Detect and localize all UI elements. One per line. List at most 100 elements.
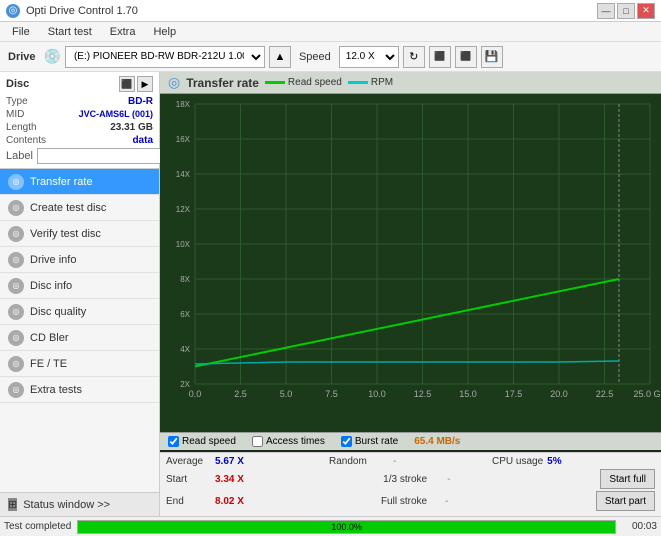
title-bar: Opti Drive Control 1.70 — □ ✕ bbox=[0, 0, 661, 22]
random-value: - bbox=[393, 456, 413, 467]
burst-rate-checkbox[interactable] bbox=[341, 436, 352, 447]
svg-text:10.0: 10.0 bbox=[368, 389, 386, 399]
content-area: ◎ Transfer rate Read speed RPM bbox=[160, 72, 661, 516]
length-label: Length bbox=[6, 122, 37, 133]
sidebar: Disc ⬛ ▶ Type BD-R MID JVC-AMS6L (001) L… bbox=[0, 72, 160, 516]
speed-selector[interactable]: 12.0 X bbox=[339, 46, 399, 68]
menu-start-test[interactable]: Start test bbox=[40, 24, 100, 40]
nav-extra-tests[interactable]: ◎ Extra tests bbox=[0, 377, 159, 403]
nav-verify-test-disc-label: Verify test disc bbox=[30, 228, 101, 240]
stroke-1-3-value: - bbox=[447, 474, 467, 485]
svg-text:12X: 12X bbox=[176, 205, 191, 214]
svg-text:15.0: 15.0 bbox=[459, 389, 477, 399]
disc-icon-1[interactable]: ⬛ bbox=[119, 76, 135, 92]
elapsed-time: 00:03 bbox=[622, 521, 657, 532]
bottom-status-bar: Test completed 100.0% 00:03 bbox=[0, 516, 661, 536]
nav-cd-bler[interactable]: ◎ CD Bler bbox=[0, 325, 159, 351]
access-times-checkbox-label[interactable]: Access times bbox=[252, 436, 325, 447]
save-button[interactable]: 💾 bbox=[481, 46, 503, 68]
start-full-button[interactable]: Start full bbox=[600, 469, 655, 489]
main-layout: Disc ⬛ ▶ Type BD-R MID JVC-AMS6L (001) L… bbox=[0, 72, 661, 516]
nav-disc-info[interactable]: ◎ Disc info bbox=[0, 273, 159, 299]
contents-label: Contents bbox=[6, 135, 46, 146]
nav-transfer-rate[interactable]: ◎ Transfer rate bbox=[0, 169, 159, 195]
status-window-button[interactable]: ⊞ Status window >> bbox=[0, 492, 159, 516]
type-value: BD-R bbox=[128, 96, 153, 107]
svg-text:4X: 4X bbox=[180, 345, 190, 354]
svg-text:0.0: 0.0 bbox=[189, 389, 202, 399]
transfer-rate-icon: ◎ bbox=[8, 174, 24, 190]
svg-text:5.0: 5.0 bbox=[280, 389, 293, 399]
toolbar: Drive 💿 (E:) PIONEER BD-RW BDR-212U 1.00… bbox=[0, 42, 661, 72]
end-value: 8.02 X bbox=[215, 496, 255, 507]
access-times-checkbox[interactable] bbox=[252, 436, 263, 447]
status-text: Test completed bbox=[4, 521, 71, 532]
stroke-1-3-col: 1/3 stroke - bbox=[383, 474, 600, 485]
minimize-button[interactable]: — bbox=[597, 3, 615, 19]
nav-items: ◎ Transfer rate ◎ Create test disc ◎ Ver… bbox=[0, 169, 159, 492]
length-value: 23.31 GB bbox=[110, 122, 153, 133]
menu-help[interactable]: Help bbox=[145, 24, 184, 40]
legend-rpm: RPM bbox=[348, 77, 393, 88]
chart-wrapper: 18X 16X 14X 12X 10X 8X 6X 4X 2X 0.0 2.5 … bbox=[160, 94, 661, 432]
svg-text:10X: 10X bbox=[176, 240, 191, 249]
disc-quality-icon: ◎ bbox=[8, 304, 24, 320]
progress-bar: 100.0% bbox=[77, 520, 616, 534]
info-rows: Average 5.67 X Random - CPU usage 5% Sta… bbox=[160, 452, 661, 516]
rpm-color bbox=[348, 81, 368, 84]
menu-extra[interactable]: Extra bbox=[102, 24, 144, 40]
window-controls: — □ ✕ bbox=[597, 3, 655, 19]
svg-text:14X: 14X bbox=[176, 170, 191, 179]
svg-text:12.5: 12.5 bbox=[414, 389, 432, 399]
status-window-label: Status window >> bbox=[23, 499, 110, 511]
refresh-button[interactable]: ↻ bbox=[403, 46, 425, 68]
disc-icon-2[interactable]: ▶ bbox=[137, 76, 153, 92]
burst-rate-checkbox-label[interactable]: Burst rate bbox=[341, 436, 398, 447]
legend-read-speed-label: Read speed bbox=[288, 77, 342, 88]
label-input[interactable] bbox=[37, 148, 175, 164]
nav-fe-te[interactable]: ◎ FE / TE bbox=[0, 351, 159, 377]
toolbar-btn-1[interactable]: ⬛ bbox=[429, 46, 451, 68]
app-icon bbox=[6, 4, 20, 18]
start-part-button[interactable]: Start part bbox=[596, 491, 655, 511]
cd-bler-icon: ◎ bbox=[8, 330, 24, 346]
access-times-checkbox-text: Access times bbox=[266, 436, 325, 447]
start-col: Start 3.34 X bbox=[166, 474, 383, 485]
nav-extra-tests-label: Extra tests bbox=[30, 384, 82, 396]
nav-create-test-disc[interactable]: ◎ Create test disc bbox=[0, 195, 159, 221]
app-title: Opti Drive Control 1.70 bbox=[26, 5, 138, 17]
nav-disc-quality[interactable]: ◎ Disc quality bbox=[0, 299, 159, 325]
drive-info-icon: ◎ bbox=[8, 252, 24, 268]
toolbar-btn-2[interactable]: ⬛ bbox=[455, 46, 477, 68]
full-stroke-col: Full stroke - bbox=[381, 496, 596, 507]
label-label: Label bbox=[6, 150, 33, 162]
drive-selector[interactable]: (E:) PIONEER BD-RW BDR-212U 1.00 bbox=[65, 46, 265, 68]
legend-read-speed: Read speed bbox=[265, 77, 342, 88]
svg-text:6X: 6X bbox=[180, 310, 190, 319]
eject-button[interactable]: ▲ bbox=[269, 46, 291, 68]
drive-icon: 💿 bbox=[44, 48, 61, 65]
end-col: End 8.02 X bbox=[166, 496, 381, 507]
status-window-icon: ⊞ bbox=[8, 498, 17, 511]
svg-text:16X: 16X bbox=[176, 135, 191, 144]
menu-file[interactable]: File bbox=[4, 24, 38, 40]
full-stroke-label: Full stroke bbox=[381, 496, 441, 507]
end-row: End 8.02 X Full stroke - Start part bbox=[166, 491, 655, 511]
read-speed-checkbox[interactable] bbox=[168, 436, 179, 447]
full-stroke-value: - bbox=[445, 496, 465, 507]
read-speed-checkbox-label[interactable]: Read speed bbox=[168, 436, 236, 447]
close-button[interactable]: ✕ bbox=[637, 3, 655, 19]
nav-fe-te-label: FE / TE bbox=[30, 358, 67, 370]
maximize-button[interactable]: □ bbox=[617, 3, 635, 19]
nav-verify-test-disc[interactable]: ◎ Verify test disc bbox=[0, 221, 159, 247]
cpu-value: 5% bbox=[547, 456, 561, 467]
nav-drive-info[interactable]: ◎ Drive info bbox=[0, 247, 159, 273]
average-row: Average 5.67 X Random - CPU usage 5% bbox=[166, 456, 655, 467]
contents-value: data bbox=[132, 135, 153, 146]
checkboxes-row: Read speed Access times Burst rate 65.4 … bbox=[160, 432, 661, 450]
chart-svg: 18X 16X 14X 12X 10X 8X 6X 4X 2X 0.0 2.5 … bbox=[160, 94, 661, 404]
fe-te-icon: ◎ bbox=[8, 356, 24, 372]
svg-text:22.5: 22.5 bbox=[596, 389, 614, 399]
svg-text:25.0 GB: 25.0 GB bbox=[633, 389, 661, 399]
legend-rpm-label: RPM bbox=[371, 77, 393, 88]
